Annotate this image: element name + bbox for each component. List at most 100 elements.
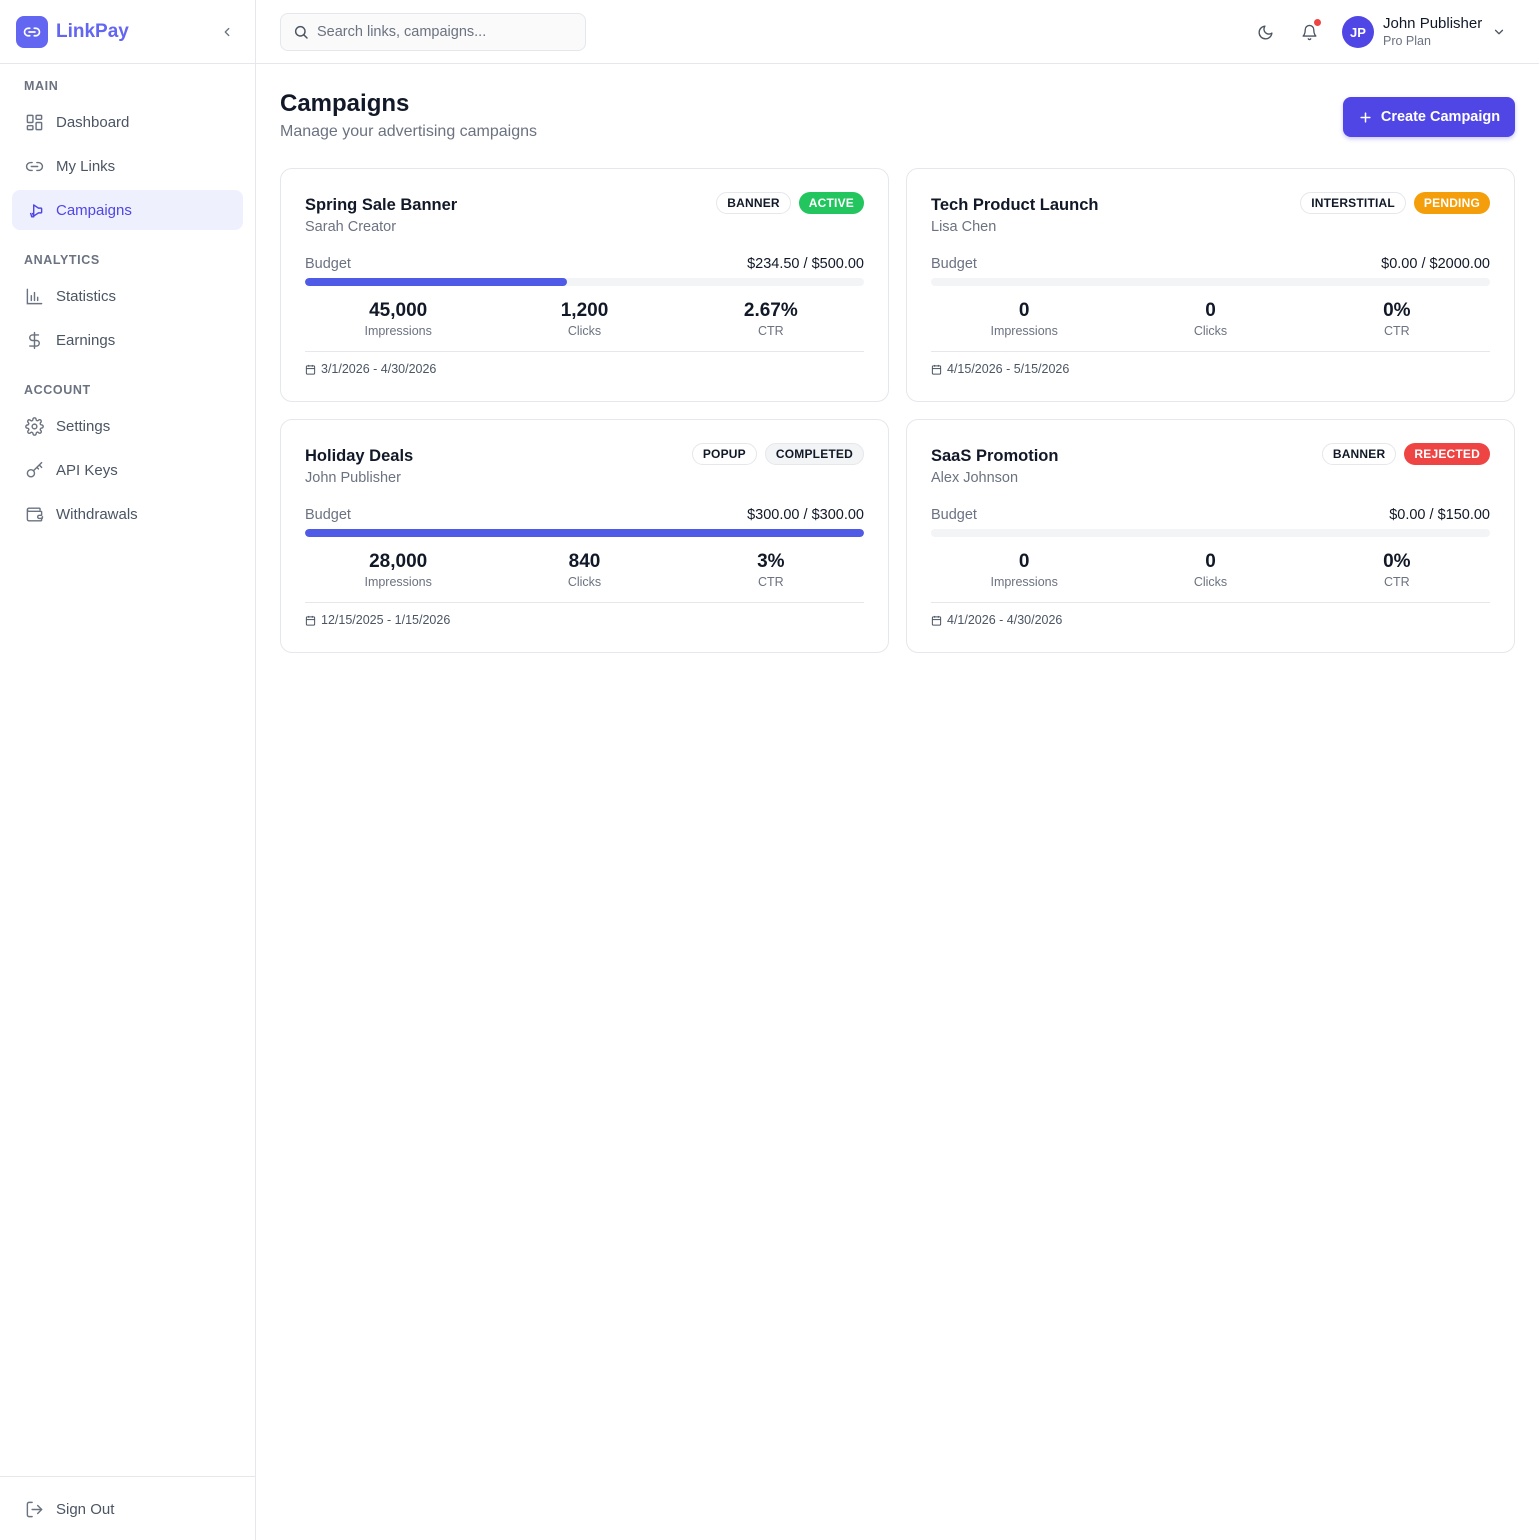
budget-label: Budget: [305, 507, 351, 523]
link-icon: [24, 156, 44, 176]
nav-section-main: MAIN Dashboard My Links Campaigns: [0, 76, 255, 230]
sidebar-item-api-keys[interactable]: API Keys: [12, 450, 243, 490]
stat-label: Clicks: [567, 324, 602, 338]
campaign-owner: John Publisher: [305, 470, 401, 486]
chevron-down-icon: [1495, 29, 1504, 35]
divider: [931, 351, 1490, 352]
stat-clicks: 0 Clicks: [1117, 550, 1303, 590]
sidebar-item-statistics[interactable]: Statistics: [12, 276, 243, 316]
brand-header: LinkPay: [0, 0, 255, 64]
stat-value: 45,000: [369, 300, 428, 321]
sidebar-item-settings[interactable]: Settings: [12, 406, 243, 446]
stat-value: 0: [1018, 551, 1030, 572]
campaign-card[interactable]: Spring Sale Banner Sarah Creator BANNER …: [280, 168, 889, 402]
type-badge: INTERSTITIAL: [1300, 192, 1406, 214]
create-campaign-button[interactable]: Create Campaign: [1343, 97, 1515, 137]
logout-icon: [24, 1499, 44, 1519]
wallet-icon: [24, 504, 44, 524]
stat-value: 3%: [757, 551, 785, 572]
date-range: 3/1/2026 - 4/30/2026: [321, 362, 437, 376]
sidebar-item-my-links[interactable]: My Links: [12, 146, 243, 186]
sidebar-item-withdrawals[interactable]: Withdrawals: [12, 494, 243, 534]
stat-impressions: 0 Impressions: [931, 550, 1117, 590]
search-box: [280, 13, 586, 51]
sidebar-item-label: Dashboard: [56, 113, 130, 131]
sidebar-item-dashboard[interactable]: Dashboard: [12, 102, 243, 142]
search-input[interactable]: [317, 24, 567, 40]
budget-label: Budget: [305, 256, 351, 272]
campaign-stats: 45,000 Impressions 1,200 Clicks 2.67% CTR: [305, 299, 864, 339]
budget-row: Budget $0.00 / $2000.00: [931, 254, 1490, 274]
stat-impressions: 0 Impressions: [931, 299, 1117, 339]
stat-ctr: 0% CTR: [1304, 550, 1490, 590]
stat-value: 0: [1205, 551, 1216, 572]
calendar-icon: [305, 364, 316, 375]
campaign-badges: POPUP COMPLETED: [691, 443, 864, 465]
page-subtitle: Manage your advertising campaigns: [280, 123, 538, 140]
key-icon: [24, 460, 44, 480]
sidebar-item-label: Earnings: [56, 331, 116, 349]
budget-progress-bar: [931, 278, 1490, 286]
user-menu[interactable]: JP John Publisher Pro Plan: [1342, 14, 1506, 50]
nav-heading: ACCOUNT: [24, 383, 91, 397]
campaign-owner: Alex Johnson: [931, 470, 1019, 486]
dollar-icon: [24, 330, 44, 350]
campaign-stats: 0 Impressions 0 Clicks 0% CTR: [931, 550, 1490, 590]
stat-clicks: 840 Clicks: [491, 550, 677, 590]
stat-label: Clicks: [1193, 324, 1228, 338]
sidebar-item-label: Statistics: [56, 287, 117, 305]
campaign-owner: Sarah Creator: [305, 219, 397, 235]
budget-label: Budget: [931, 256, 977, 272]
budget-value: $300.00 / $300.00: [747, 507, 864, 523]
moon-icon: [1258, 24, 1273, 39]
stat-clicks: 1,200 Clicks: [491, 299, 677, 339]
campaign-dates: 3/1/2026 - 4/30/2026: [305, 361, 864, 377]
divider: [305, 351, 864, 352]
collapse-sidebar-button[interactable]: [217, 22, 237, 42]
campaign-card[interactable]: SaaS Promotion Alex Johnson BANNER REJEC…: [906, 419, 1515, 653]
status-badge: PENDING: [1413, 192, 1490, 214]
status-badge: REJECTED: [1404, 443, 1490, 465]
stat-value: 0: [1018, 300, 1030, 321]
campaign-card[interactable]: Holiday Deals John Publisher POPUP COMPL…: [280, 419, 889, 653]
chevron-left-icon: [224, 27, 230, 37]
calendar-icon: [931, 364, 942, 375]
avatar: JP: [1342, 16, 1374, 48]
signout-button[interactable]: Sign Out: [12, 1489, 243, 1529]
stat-ctr: 0% CTR: [1304, 299, 1490, 339]
user-plan: Pro Plan: [1383, 34, 1431, 48]
date-range: 4/1/2026 - 4/30/2026: [947, 613, 1063, 627]
stat-value: 1,200: [560, 300, 609, 321]
sidebar-item-label: My Links: [56, 157, 116, 175]
stat-ctr: 3% CTR: [678, 550, 864, 590]
sidebar-item-label: Withdrawals: [56, 505, 138, 523]
signout-area: Sign Out: [0, 1476, 255, 1540]
stat-label: CTR: [757, 324, 784, 338]
campaign-dates: 4/1/2026 - 4/30/2026: [931, 612, 1490, 628]
campaign-stats: 0 Impressions 0 Clicks 0% CTR: [931, 299, 1490, 339]
nav-section-analytics: ANALYTICS Statistics Earnings: [0, 250, 255, 360]
nav-section-account: ACCOUNT Settings API Keys Withdrawals: [0, 380, 255, 534]
sidebar-item-campaigns[interactable]: Campaigns: [12, 190, 243, 230]
theme-toggle-button[interactable]: [1254, 21, 1276, 43]
stat-label: Clicks: [1193, 575, 1228, 589]
stat-label: CTR: [1383, 575, 1410, 589]
notifications-button[interactable]: [1298, 19, 1321, 43]
stat-clicks: 0 Clicks: [1117, 299, 1303, 339]
stat-value: 2.67%: [743, 300, 798, 321]
calendar-icon: [931, 615, 942, 626]
budget-row: Budget $0.00 / $150.00: [931, 505, 1490, 525]
campaign-card[interactable]: Tech Product Launch Lisa Chen INTERSTITI…: [906, 168, 1515, 402]
campaign-owner: Lisa Chen: [931, 219, 997, 235]
stat-label: Impressions: [364, 324, 432, 338]
nav-heading: MAIN: [24, 79, 59, 93]
stat-label: Impressions: [364, 575, 432, 589]
user-name: John Publisher: [1383, 15, 1483, 32]
budget-progress-bar: [931, 529, 1490, 537]
campaign-badges: INTERSTITIAL PENDING: [1300, 192, 1490, 214]
campaign-stats: 28,000 Impressions 840 Clicks 3% CTR: [305, 550, 864, 590]
budget-row: Budget $300.00 / $300.00: [305, 505, 864, 525]
campaign-dates: 12/15/2025 - 1/15/2026: [305, 612, 864, 628]
sidebar-item-earnings[interactable]: Earnings: [12, 320, 243, 360]
budget-progress-bar: [305, 278, 864, 286]
